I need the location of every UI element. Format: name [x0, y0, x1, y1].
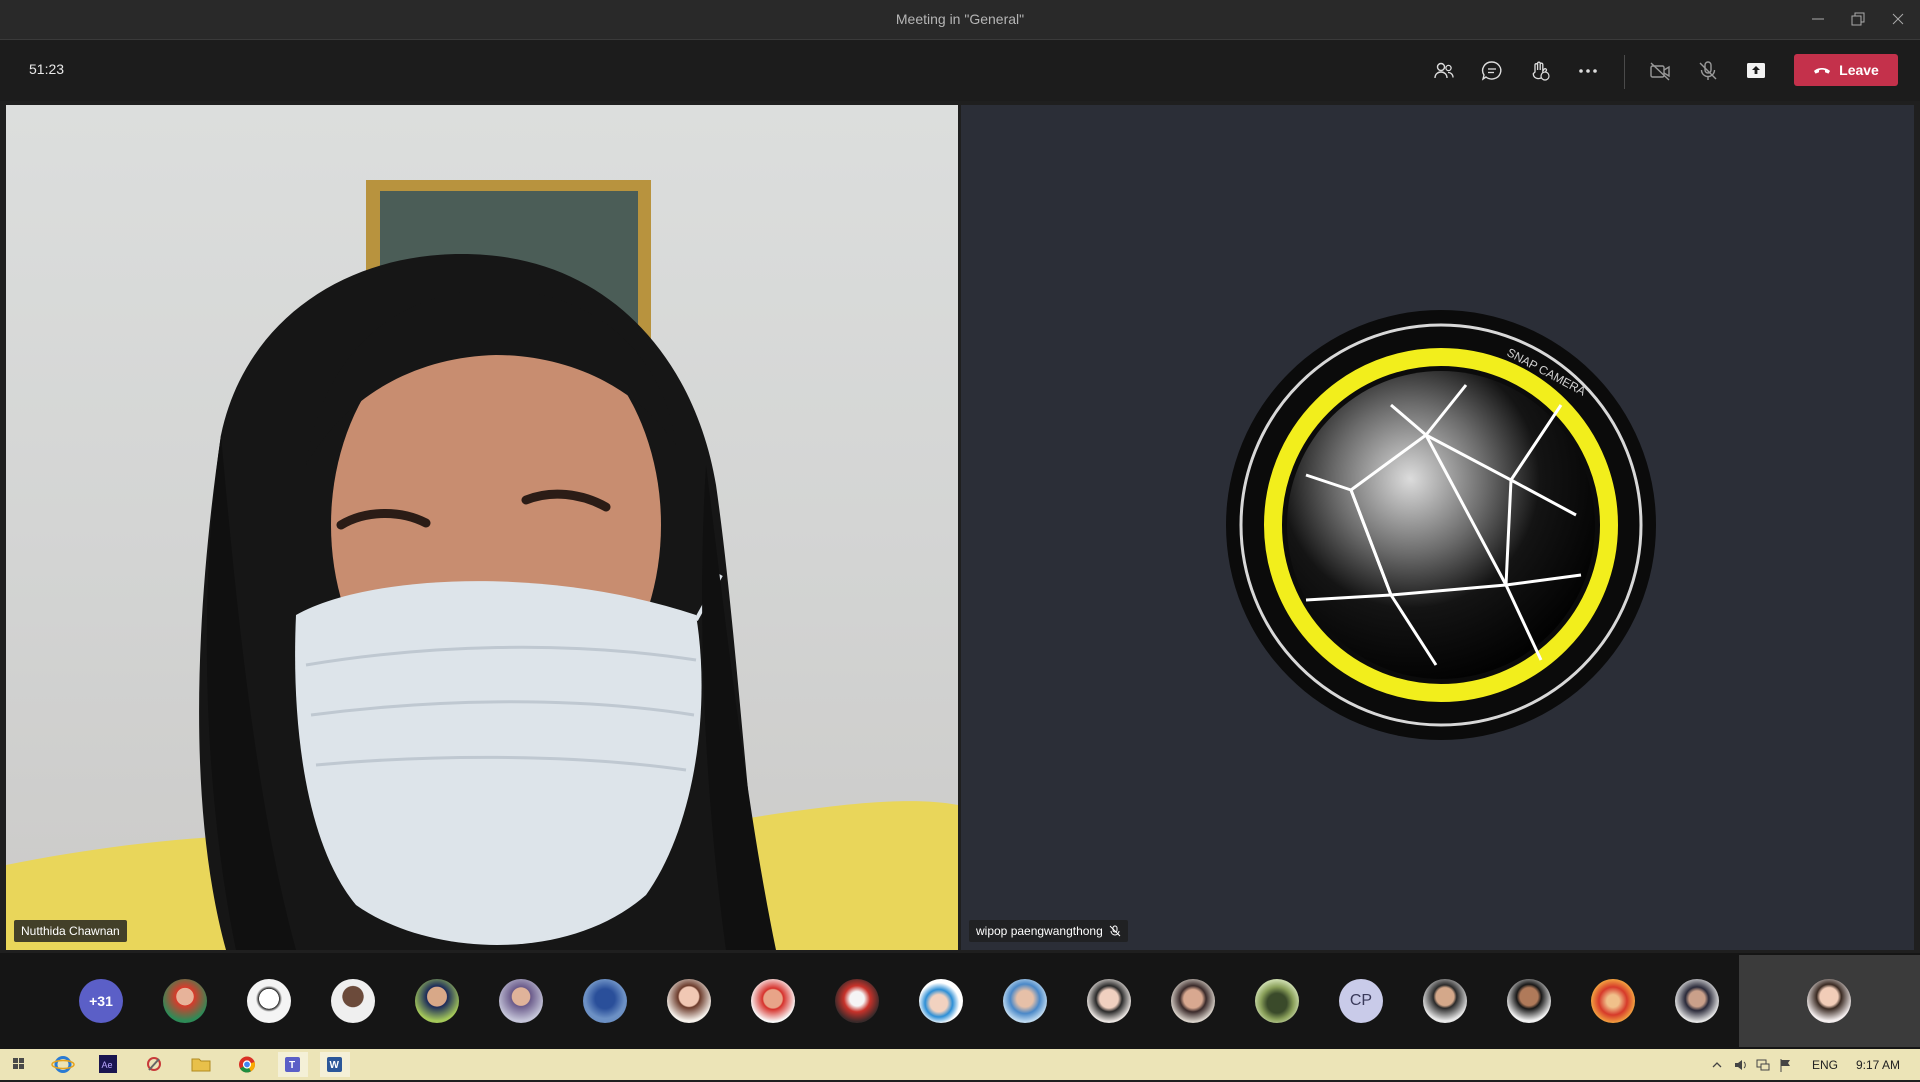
avatar[interactable]: [499, 979, 543, 1023]
teams-icon: T: [285, 1057, 300, 1072]
folder-icon: [191, 1058, 211, 1072]
avatar[interactable]: CP: [1339, 979, 1383, 1023]
windows-logo-icon: [13, 1058, 24, 1069]
participant-name-tag: wipop paengwangthong: [969, 920, 1128, 942]
system-clock[interactable]: 9:17 AM: [1856, 1058, 1900, 1072]
mic-toggle-button[interactable]: [1692, 55, 1724, 87]
action-center-flag-icon[interactable]: [1778, 1057, 1794, 1073]
network-icon[interactable]: [1755, 1057, 1771, 1073]
svg-text:Ae: Ae: [102, 1060, 113, 1070]
chat-button[interactable]: [1476, 55, 1508, 87]
minimize-icon: [1812, 18, 1824, 20]
snipping-tool-icon: [147, 1057, 161, 1071]
start-button[interactable]: [4, 1052, 34, 1077]
mic-off-icon: [1699, 61, 1717, 80]
overflow-count: +31: [89, 993, 113, 1009]
muted-mic-icon: [1109, 925, 1121, 937]
chat-icon: [1481, 61, 1502, 81]
svg-text:W: W: [330, 1060, 340, 1071]
avatar[interactable]: [835, 979, 879, 1023]
volume-icon[interactable]: [1733, 1057, 1749, 1073]
avatar[interactable]: [1591, 979, 1635, 1023]
participants-button[interactable]: [1428, 55, 1460, 87]
participant-video: [6, 180, 958, 950]
taskbar-app-teams[interactable]: T: [278, 1052, 308, 1077]
avatar[interactable]: [1087, 979, 1131, 1023]
avatar[interactable]: [1171, 979, 1215, 1023]
close-icon: [1892, 13, 1904, 25]
close-button[interactable]: [1880, 6, 1916, 32]
meeting-timer: 51:23: [29, 61, 65, 77]
avatar-initials: CP: [1349, 992, 1373, 1009]
participant-name: wipop paengwangthong: [976, 924, 1103, 938]
meeting-controls-bar: 51:23 Leave: [0, 40, 1920, 101]
input-language[interactable]: ENG: [1812, 1058, 1838, 1072]
avatar[interactable]: [1423, 979, 1467, 1023]
internet-explorer-icon: [51, 1056, 75, 1073]
camera-toggle-button[interactable]: [1644, 55, 1676, 87]
taskbar-app-word[interactable]: W: [320, 1052, 350, 1077]
self-avatar[interactable]: [1807, 979, 1851, 1023]
svg-text:T: T: [289, 1060, 295, 1071]
avatar[interactable]: [163, 979, 207, 1023]
avatar[interactable]: [247, 979, 291, 1023]
avatar[interactable]: [919, 979, 963, 1023]
word-icon: W: [327, 1057, 342, 1072]
taskbar-app-explorer[interactable]: [186, 1052, 216, 1077]
avatar[interactable]: [1003, 979, 1047, 1023]
avatar[interactable]: [1507, 979, 1551, 1023]
taskbar-app-chrome[interactable]: [232, 1052, 262, 1077]
restore-icon: [1851, 12, 1865, 26]
avatar[interactable]: [1675, 979, 1719, 1023]
windows-taskbar: Ae T W ENG 9:17 AM: [0, 1049, 1920, 1080]
avatar[interactable]: [583, 979, 627, 1023]
minimize-button[interactable]: [1800, 6, 1836, 32]
title-bar: Meeting in "General": [0, 0, 1920, 40]
taskbar-app-ae[interactable]: Ae: [93, 1052, 123, 1077]
participant-strip: +31 CP: [0, 953, 1920, 1049]
leave-label: Leave: [1839, 62, 1879, 78]
avatar[interactable]: [331, 979, 375, 1023]
restore-button[interactable]: [1840, 6, 1876, 32]
avatar[interactable]: [415, 979, 459, 1023]
share-screen-icon: [1747, 63, 1765, 78]
toolbar-divider: [1624, 55, 1625, 89]
hang-up-icon: [1814, 68, 1831, 74]
more-icon: [1579, 69, 1597, 73]
avatar[interactable]: [1255, 979, 1299, 1023]
self-view-slot[interactable]: [1739, 955, 1920, 1047]
participant-name-tag: Nutthida Chawnan: [14, 920, 127, 942]
reactions-button[interactable]: [1524, 55, 1556, 87]
taskbar-app-ie[interactable]: [48, 1052, 78, 1077]
camera-off-icon: [1650, 62, 1670, 81]
avatar[interactable]: [751, 979, 795, 1023]
people-icon: [1434, 62, 1454, 79]
chrome-icon: [239, 1056, 255, 1073]
taskbar-app-snip[interactable]: [139, 1052, 169, 1077]
snap-camera-logo: SNAP CAMERA: [1226, 310, 1656, 740]
tray-expand-icon[interactable]: [1711, 1059, 1723, 1071]
raise-hand-icon: [1532, 61, 1550, 81]
after-effects-icon: Ae: [99, 1055, 117, 1073]
share-content-button[interactable]: [1740, 55, 1772, 87]
more-actions-button[interactable]: [1572, 55, 1604, 87]
video-tile-nutthida[interactable]: Nutthida Chawnan: [6, 105, 958, 950]
video-tile-wipop[interactable]: SNAP CAMERA wipop paengwangthong: [961, 105, 1914, 950]
window-title: Meeting in "General": [895, 11, 1025, 27]
participant-name: Nutthida Chawnan: [21, 924, 120, 938]
leave-button[interactable]: Leave: [1794, 54, 1898, 86]
more-participants-button[interactable]: +31: [79, 979, 123, 1023]
avatar[interactable]: [667, 979, 711, 1023]
